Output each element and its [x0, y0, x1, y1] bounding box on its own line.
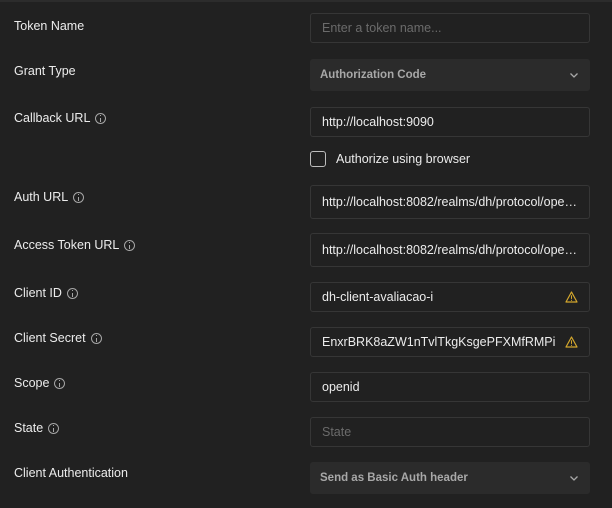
state-label: State — [14, 421, 60, 435]
info-icon[interactable] — [48, 422, 60, 434]
access-token-url-input[interactable]: http://localhost:8082/realms/dh/protocol… — [310, 233, 590, 267]
chevron-down-icon — [570, 73, 578, 78]
warning-icon — [565, 336, 578, 348]
auth-url-input[interactable]: http://localhost:8082/realms/dh/protocol… — [310, 185, 590, 219]
access-token-url-value: http://localhost:8082/realms/dh/protocol… — [322, 243, 578, 257]
client-authentication-label: Client Authentication — [14, 466, 128, 480]
authorize-browser-row[interactable]: Authorize using browser — [310, 151, 470, 167]
info-icon[interactable] — [54, 377, 66, 389]
client-secret-input[interactable]: EnxrBRK8aZW1nTvlTkgKsgePFXMfRMPi — [310, 327, 590, 357]
token-name-label: Token Name — [14, 19, 85, 33]
callback-url-input[interactable]: http://localhost:9090 — [310, 107, 590, 137]
client-id-label: Client ID — [14, 286, 78, 300]
auth-url-label: Auth URL — [14, 190, 85, 204]
auth-url-value: http://localhost:8082/realms/dh/protocol… — [322, 195, 578, 209]
client-authentication-value: Send as Basic Auth header — [320, 472, 468, 484]
grant-type-label: Grant Type — [14, 64, 76, 78]
info-icon[interactable] — [73, 191, 85, 203]
access-token-url-label: Access Token URL — [14, 238, 136, 252]
info-icon[interactable] — [95, 112, 107, 124]
top-divider — [0, 0, 612, 2]
grant-type-select[interactable]: Authorization Code — [310, 59, 590, 91]
callback-url-value: http://localhost:9090 — [322, 115, 434, 129]
scope-input[interactable]: openid — [310, 372, 590, 402]
client-authentication-select[interactable]: Send as Basic Auth header — [310, 462, 590, 494]
info-icon[interactable] — [90, 332, 102, 344]
state-input[interactable]: State — [310, 417, 590, 447]
client-secret-label: Client Secret — [14, 331, 102, 345]
scope-label: Scope — [14, 376, 66, 390]
grant-type-value: Authorization Code — [320, 69, 427, 81]
warning-icon — [565, 291, 578, 303]
authorize-browser-label: Authorize using browser — [336, 152, 471, 166]
client-secret-value: EnxrBRK8aZW1nTvlTkgKsgePFXMfRMPi — [322, 335, 556, 349]
chevron-down-icon — [570, 476, 578, 481]
state-placeholder: State — [322, 425, 352, 439]
authorize-browser-checkbox[interactable] — [310, 151, 326, 167]
client-id-input[interactable]: dh-client-avaliacao-i — [310, 282, 590, 312]
token-name-input[interactable]: Enter a token name... — [310, 13, 590, 43]
scope-value: openid — [322, 380, 360, 394]
client-id-value: dh-client-avaliacao-i — [322, 290, 434, 304]
info-icon[interactable] — [124, 239, 136, 251]
callback-url-label: Callback URL — [14, 111, 107, 125]
token-name-placeholder: Enter a token name... — [322, 21, 442, 35]
info-icon[interactable] — [66, 287, 78, 299]
